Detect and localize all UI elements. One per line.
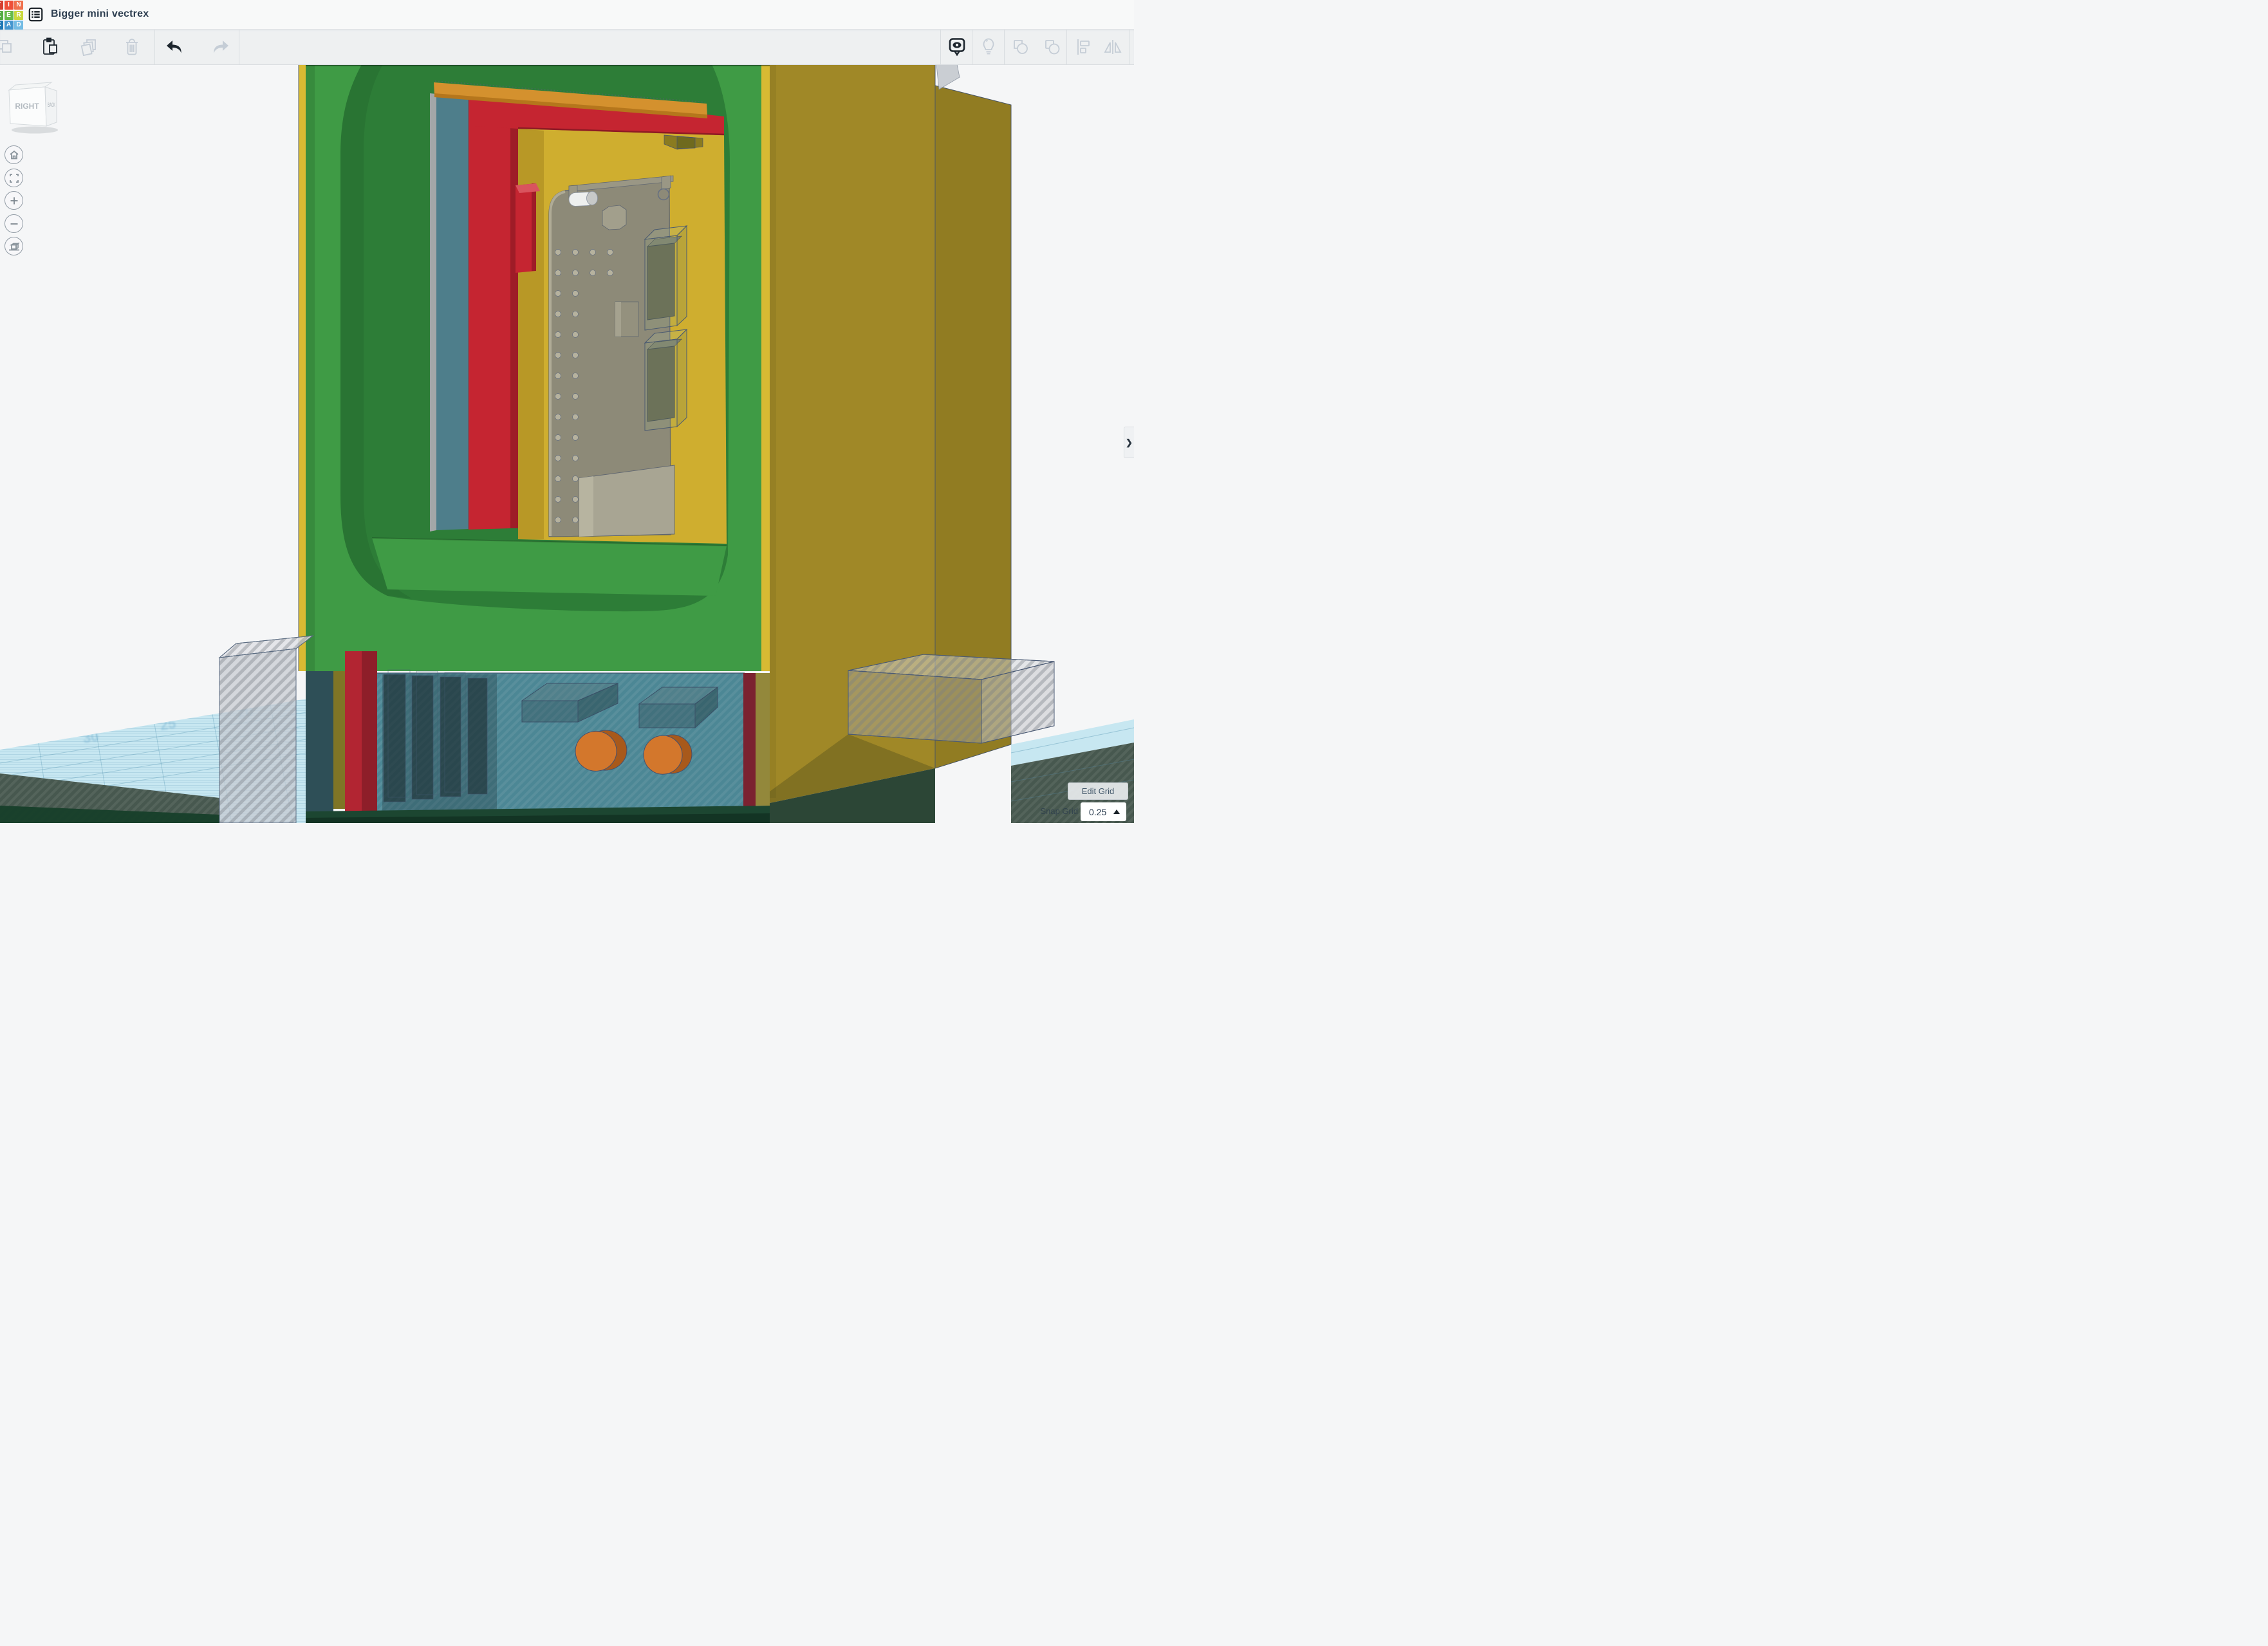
orthographic-view-button[interactable] [5,237,23,255]
logo-tile: A [5,21,14,30]
logo-tile: N [14,1,23,10]
mirror-button[interactable] [1102,29,1124,64]
logo-tile: T [0,1,3,10]
fit-view-button[interactable] [5,169,23,187]
usb-port-1[interactable] [645,226,687,330]
circuit-board[interactable] [549,176,687,537]
snap-grid-dropdown[interactable]: 0.25 [1081,802,1126,821]
design-title[interactable]: Bigger mini vectrex [51,8,149,20]
delete-button[interactable] [121,29,143,64]
view-cube[interactable]: RIGHT BACK [5,81,67,136]
logo-tile: R [14,11,23,20]
snap-grid-value: 0.25 [1081,807,1113,817]
viewcube-front-label[interactable]: RIGHT [15,102,39,111]
design-menu-icon[interactable] [28,7,43,22]
logo-tile: I [5,1,14,10]
mounting-hole [658,189,669,200]
edit-grid-button[interactable]: Edit Grid [1068,782,1128,800]
frame-red-left[interactable] [469,97,510,530]
usb-port-2[interactable] [645,329,687,430]
redo-button[interactable] [210,29,232,64]
copy-button[interactable] [0,29,17,64]
sd-slot [579,465,674,537]
logo-tile: K [0,11,3,20]
base-assembly[interactable] [306,651,770,823]
hole-box-right[interactable] [848,654,1054,743]
chevron-right-icon: ❯ [1126,438,1133,448]
logo-tile: D [14,21,23,30]
caret-up-icon [1113,809,1120,814]
paste-button[interactable] [39,29,60,64]
app-header: TIN KER CAD Bigger mini vectrex [0,0,1134,30]
zoom-out-button[interactable] [5,214,23,233]
transparency-button[interactable] [978,29,999,64]
tinkercad-app: 30 25 20 [0,0,1134,823]
design-canvas[interactable]: 30 25 20 [0,0,1134,823]
panel-toggle-tab[interactable]: ❯ [1124,427,1134,458]
viewcube-side-label[interactable]: BACK [48,103,55,109]
duplicate-button[interactable] [79,29,100,64]
align-button[interactable] [1072,29,1094,64]
ungroup-button[interactable] [1041,29,1063,64]
snap-grid-label: Snap Grid [1014,806,1078,816]
logo-tile: E [5,11,14,20]
tinkercad-logo[interactable]: TIN KER CAD [0,1,23,30]
home-view-button[interactable] [5,145,23,164]
undo-button[interactable] [163,29,185,64]
show-all-button[interactable] [946,29,968,64]
group-button[interactable] [1010,29,1032,64]
zoom-in-button[interactable] [5,191,23,210]
screen-layer-gray[interactable] [430,93,436,532]
logo-tile: C [0,21,3,30]
screen-layer-teal[interactable] [436,94,469,530]
cutout-sill [372,538,727,596]
base-red-strip[interactable] [345,651,362,812]
toolbar [0,29,1134,65]
component-octagon [602,205,626,230]
